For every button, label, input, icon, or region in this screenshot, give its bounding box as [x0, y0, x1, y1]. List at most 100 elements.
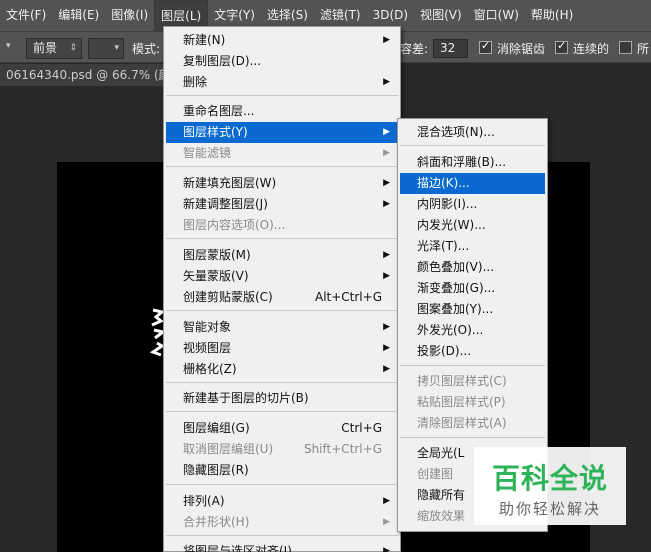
submenu-arrow-icon: ▶: [383, 77, 390, 87]
layer-menu-new-adjustment-layer[interactable]: 新建调整图层(J) ▶: [166, 194, 398, 215]
submenu-arrow-icon: ▶: [383, 517, 390, 527]
style-blending-options[interactable]: 混合选项(N)...: [400, 122, 545, 143]
layer-menu-label: 删除: [183, 75, 208, 89]
menu-help[interactable]: 帮助(H): [525, 0, 579, 31]
layer-menu-new[interactable]: 新建(N) ▶: [166, 30, 398, 51]
antialias-checkbox[interactable]: [479, 39, 492, 54]
style-paste-layer-style[interactable]: 粘贴图层样式(P): [400, 392, 545, 413]
updown-arrow-icon: ⇕: [69, 43, 77, 53]
layer-menu-vector-mask[interactable]: 矢量蒙版(V) ▶: [166, 266, 398, 287]
style-gradient-overlay[interactable]: 渐变叠加(G)...: [400, 278, 545, 299]
layer-menu-new-fill-layer[interactable]: 新建填充图层(W) ▶: [166, 173, 398, 194]
layer-menu-video-layer[interactable]: 视频图层 ▶: [166, 338, 398, 359]
layer-menu-label: 隐藏图层(R): [183, 463, 249, 477]
layer-menu-rename[interactable]: 重命名图层...: [166, 101, 398, 122]
mode-label: 模式:: [132, 42, 161, 56]
style-menu-label: 颜色叠加(V)...: [417, 260, 495, 274]
tool-preset-arrow-icon[interactable]: ▾: [6, 41, 11, 51]
style-copy-layer-style[interactable]: 拷贝图层样式(C): [400, 371, 545, 392]
style-menu-label: 光泽(T)...: [417, 239, 470, 253]
submenu-arrow-icon: ▶: [383, 496, 390, 506]
menu-separator: [166, 535, 398, 536]
all-layers-checkbox[interactable]: [619, 41, 632, 54]
layer-menu-rasterize[interactable]: 栅格化(Z) ▶: [166, 359, 398, 380]
layer-menu-layer-style[interactable]: 图层样式(Y) ▶: [166, 122, 398, 143]
watermark-title: 百科全说: [491, 462, 608, 495]
watermark-subtitle: 助你轻松解决: [498, 500, 601, 518]
style-outer-glow[interactable]: 外发光(O)...: [400, 320, 545, 341]
layer-menu-label: 智能滤镜: [183, 146, 232, 160]
layer-menu: 新建(N) ▶ 复制图层(D)... 删除 ▶ 重命名图层... 图层样式(Y) ▶ …: [163, 26, 401, 552]
layer-menu-arrange[interactable]: 排列(A) ▶: [166, 491, 398, 512]
layer-menu-label: 图层编组(G): [183, 421, 250, 435]
style-pattern-overlay[interactable]: 图案叠加(Y)...: [400, 299, 545, 320]
layer-menu-smart-object[interactable]: 智能对象 ▶: [166, 317, 398, 338]
style-menu-label: 全局光(L: [417, 446, 465, 460]
submenu-arrow-icon: ▶: [383, 322, 390, 332]
layer-menu-label: 合并形状(H): [183, 515, 250, 529]
submenu-arrow-icon: ▶: [383, 199, 390, 209]
menu-separator: [400, 145, 545, 146]
style-stroke[interactable]: 描边(K)...: [400, 173, 545, 194]
layer-menu-hide-layer[interactable]: 隐藏图层(R): [166, 460, 398, 481]
style-satin[interactable]: 光泽(T)...: [400, 236, 545, 257]
menu-file[interactable]: 文件(F): [0, 0, 52, 31]
menu-separator: [166, 310, 398, 311]
layer-menu-combine-shapes[interactable]: 合并形状(H) ▶: [166, 512, 398, 533]
fill-source-select[interactable]: 前景 ⇕: [26, 38, 82, 59]
contiguous-label: 连续的: [573, 42, 610, 56]
tolerance-input[interactable]: 32: [433, 39, 468, 58]
layer-menu-label: 将图层与选区对齐(I): [183, 544, 292, 552]
layer-menu-label: 智能对象: [183, 320, 232, 334]
submenu-arrow-icon: ▶: [383, 343, 390, 353]
menu-view[interactable]: 视图(V): [414, 0, 468, 31]
layer-menu-smart-filter[interactable]: 智能滤镜 ▶: [166, 143, 398, 164]
pattern-picker[interactable]: ▾: [88, 38, 124, 59]
contiguous-checkbox[interactable]: [555, 39, 568, 54]
style-menu-label: 混合选项(N)...: [417, 125, 495, 139]
menu-separator: [400, 365, 545, 366]
all-layers-label: 所: [637, 42, 650, 56]
layer-menu-label: 矢量蒙版(V): [183, 269, 249, 283]
menu-separator: [166, 238, 398, 239]
layer-menu-clipping-mask[interactable]: 创建剪贴蒙版(C) Alt+Ctrl+G: [166, 287, 398, 308]
layer-menu-new-slice[interactable]: 新建基于图层的切片(B): [166, 388, 398, 409]
layer-menu-align-to-selection[interactable]: 将图层与选区对齐(I) ▶: [166, 541, 398, 552]
layer-menu-label: 重命名图层...: [183, 104, 255, 118]
menu-separator: [166, 166, 398, 167]
style-menu-label: 投影(D)...: [417, 344, 472, 358]
layer-menu-label: 新建(N): [183, 33, 226, 47]
layer-menu-layer-mask[interactable]: 图层蒙版(M) ▶: [166, 245, 398, 266]
menu-edit[interactable]: 编辑(E): [52, 0, 105, 31]
style-bevel-emboss[interactable]: 斜面和浮雕(B)...: [400, 152, 545, 173]
style-menu-label: 拷贝图层样式(C): [417, 374, 507, 388]
style-color-overlay[interactable]: 颜色叠加(V)...: [400, 257, 545, 278]
layer-menu-delete[interactable]: 删除 ▶: [166, 72, 398, 93]
layer-menu-label: 创建剪贴蒙版(C): [183, 290, 273, 304]
style-inner-shadow[interactable]: 内阴影(I)...: [400, 194, 545, 215]
chevron-down-icon: ▾: [114, 43, 119, 53]
style-drop-shadow[interactable]: 投影(D)...: [400, 341, 545, 362]
layer-menu-label: 栅格化(Z): [183, 362, 237, 376]
layer-menu-group[interactable]: 图层编组(G) Ctrl+G: [166, 418, 398, 439]
layer-menu-duplicate[interactable]: 复制图层(D)...: [166, 51, 398, 72]
style-menu-label: 斜面和浮雕(B)...: [417, 155, 507, 169]
menu-window[interactable]: 窗口(W): [468, 0, 525, 31]
shortcut-label: Alt+Ctrl+G: [314, 290, 382, 304]
menu-image[interactable]: 图像(I): [105, 0, 154, 31]
style-menu-label: 外发光(O)...: [417, 323, 484, 337]
menu-separator: [166, 382, 398, 383]
style-menu-label: 描边(K)...: [417, 176, 470, 190]
style-inner-glow[interactable]: 内发光(W)...: [400, 215, 545, 236]
layer-menu-content-options[interactable]: 图层内容选项(O)...: [166, 215, 398, 236]
layer-menu-label: 新建基于图层的切片(B): [183, 391, 309, 405]
style-clear-layer-style[interactable]: 清除图层样式(A): [400, 413, 545, 434]
style-menu-label: 内发光(W)...: [417, 218, 486, 232]
layer-menu-ungroup[interactable]: 取消图层编组(U) Shift+Ctrl+G: [166, 439, 398, 460]
layer-menu-label: 复制图层(D)...: [183, 54, 262, 68]
submenu-arrow-icon: ▶: [383, 148, 390, 158]
submenu-arrow-icon: ▶: [383, 250, 390, 260]
document-tab[interactable]: 06164340.psd @ 66.7% (颜色: [0, 64, 170, 86]
tolerance-label: 容差:: [400, 42, 429, 56]
style-menu-label: 粘贴图层样式(P): [417, 395, 506, 409]
